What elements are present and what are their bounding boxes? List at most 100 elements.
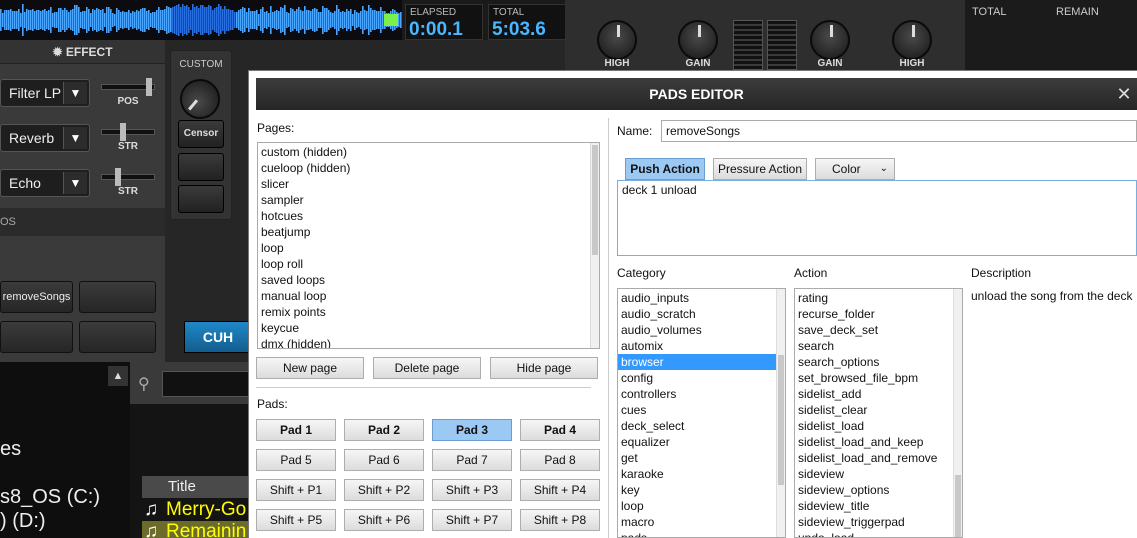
page-list-item[interactable]: remix points <box>258 304 599 320</box>
page-list-item[interactable]: keycue <box>258 320 599 336</box>
action-list-item[interactable]: sidelist_clear <box>795 402 962 418</box>
pad-slot-button[interactable]: Shift + P5 <box>256 509 336 531</box>
action-list-item[interactable]: sideview_options <box>795 482 962 498</box>
category-list-item[interactable]: automix <box>618 338 785 354</box>
category-list-item[interactable]: macro <box>618 514 785 530</box>
scrollbar-thumb[interactable] <box>592 145 598 255</box>
page-list-item[interactable]: hotcues <box>258 208 599 224</box>
action-list-item[interactable]: sidelist_load_and_remove <box>795 450 962 466</box>
drive-item-d[interactable]: ) (D:) <box>0 510 46 533</box>
category-scrollbar[interactable] <box>776 289 785 537</box>
page-list-item[interactable]: beatjump <box>258 224 599 240</box>
pad-slot-button[interactable]: Pad 5 <box>256 449 336 471</box>
custom-button-2[interactable] <box>178 153 224 181</box>
action-scrollbar[interactable] <box>953 289 962 537</box>
page-list-item[interactable]: manual loop <box>258 288 599 304</box>
action-list-item[interactable]: rating <box>795 290 962 306</box>
pad-button-empty[interactable] <box>79 321 156 353</box>
category-list-item[interactable]: loop <box>618 498 785 514</box>
category-list-item[interactable]: audio_volumes <box>618 322 785 338</box>
delete-page-button[interactable]: Delete page <box>373 357 481 379</box>
pad-slot-button[interactable]: Pad 8 <box>520 449 600 471</box>
action-list-item[interactable]: sidelist_add <box>795 386 962 402</box>
effect-slider-1[interactable] <box>101 78 155 96</box>
pad-slot-button[interactable]: Shift + P4 <box>520 479 600 501</box>
effect-slider-2[interactable] <box>101 123 155 141</box>
page-list-item[interactable]: custom (hidden) <box>258 144 599 160</box>
category-list-item[interactable]: controllers <box>618 386 785 402</box>
category-list-item[interactable]: browser <box>618 354 785 370</box>
deck-waveform[interactable] <box>0 0 402 40</box>
action-list-item[interactable]: search <box>795 338 962 354</box>
action-list-item[interactable]: sideview_title <box>795 498 962 514</box>
custom-button-3[interactable] <box>178 185 224 213</box>
category-list-item[interactable]: config <box>618 370 785 386</box>
pad-slot-button[interactable]: Pad 4 <box>520 419 600 441</box>
category-list-item[interactable]: pads <box>618 530 785 537</box>
category-list-item[interactable]: karaoke <box>618 466 785 482</box>
pad-button-empty[interactable] <box>0 321 73 353</box>
action-list[interactable]: rating recurse_folder save_deck_set search s… <box>794 288 963 538</box>
category-list-item[interactable]: audio_inputs <box>618 290 785 306</box>
drive-item-c[interactable]: s8_OS (C:) <box>0 486 100 509</box>
category-list-item[interactable]: cues <box>618 402 785 418</box>
pad-slot-button[interactable]: Shift + P3 <box>432 479 512 501</box>
page-list-item[interactable]: cueloop (hidden) <box>258 160 599 176</box>
page-list-item[interactable]: sampler <box>258 192 599 208</box>
censor-button[interactable]: Censor <box>178 120 224 148</box>
pad-button-empty[interactable] <box>79 281 156 313</box>
effect-slider-3[interactable] <box>101 168 155 186</box>
pad-slot-button[interactable]: Pad 6 <box>344 449 424 471</box>
category-list-item[interactable]: equalizer <box>618 434 785 450</box>
scrollbar-thumb[interactable] <box>778 355 784 485</box>
pad-slot-button[interactable]: Shift + P8 <box>520 509 600 531</box>
action-script-editor[interactable]: deck 1 unload <box>617 180 1137 256</box>
pages-scrollbar[interactable] <box>590 143 599 348</box>
eq-high-left[interactable]: HIGH <box>577 0 657 70</box>
slider-thumb[interactable] <box>115 168 121 186</box>
action-list-item[interactable]: undo_load <box>795 530 962 537</box>
search-input[interactable] <box>162 371 252 397</box>
song-row[interactable]: ♫ Merry-Go <box>142 499 260 521</box>
effect-select-1[interactable]: Filter LP ▼ <box>0 79 90 107</box>
pad-slot-button[interactable]: Pad 7 <box>432 449 512 471</box>
eq-high-right[interactable]: HIGH <box>872 0 952 70</box>
folder-item[interactable]: es <box>0 438 21 461</box>
pages-list[interactable]: custom (hidden) cueloop (hidden) slicer sam… <box>257 142 600 349</box>
pad-slot-button[interactable]: Pad 3 <box>432 419 512 441</box>
pad-slot-button[interactable]: Shift + P6 <box>344 509 424 531</box>
action-list-item[interactable]: sideview_triggerpad <box>795 514 962 530</box>
scroll-up-button[interactable]: ▲ <box>108 366 128 386</box>
pad-button-removesongs[interactable]: removeSongs <box>0 281 73 313</box>
dialog-title-bar[interactable]: PADS EDITOR <box>256 78 1137 110</box>
pad-name-input[interactable]: removeSongs <box>661 120 1137 142</box>
gain-right[interactable]: GAIN <box>790 0 870 70</box>
page-list-item[interactable]: loop <box>258 240 599 256</box>
song-row[interactable]: ♫ Remainin <box>142 521 260 538</box>
custom-knob-icon[interactable] <box>171 70 229 128</box>
close-icon[interactable]: ✕ <box>1114 82 1134 106</box>
action-list-item[interactable]: set_browsed_file_bpm <box>795 370 962 386</box>
hide-page-button[interactable]: Hide page <box>490 357 598 379</box>
page-list-item[interactable]: dmx (hidden) <box>258 336 599 348</box>
category-list[interactable]: audio_inputs audio_scratch audio_volumes au… <box>617 288 786 538</box>
page-list-item[interactable]: slicer <box>258 176 599 192</box>
action-list-item[interactable]: recurse_folder <box>795 306 962 322</box>
gain-left[interactable]: GAIN <box>658 0 738 70</box>
slider-thumb[interactable] <box>120 123 126 141</box>
category-list-item[interactable]: deck_select <box>618 418 785 434</box>
pad-slot-button[interactable]: Shift + P2 <box>344 479 424 501</box>
pad-slot-button[interactable]: Pad 1 <box>256 419 336 441</box>
cue-button[interactable]: CUH <box>184 321 252 353</box>
effect-select-3[interactable]: Echo ▼ <box>0 169 90 197</box>
action-list-item[interactable]: search_options <box>795 354 962 370</box>
tab-color[interactable]: Color ⌄ <box>815 158 895 180</box>
pad-slot-button[interactable]: Shift + P1 <box>256 479 336 501</box>
category-list-item[interactable]: key <box>618 482 785 498</box>
title-column-header[interactable]: Title <box>142 476 260 498</box>
category-list-item[interactable]: audio_scratch <box>618 306 785 322</box>
action-list-item[interactable]: sidelist_load_and_keep <box>795 434 962 450</box>
page-list-item[interactable]: loop roll <box>258 256 599 272</box>
pad-slot-button[interactable]: Pad 2 <box>344 419 424 441</box>
tab-push-action[interactable]: Push Action <box>625 158 705 180</box>
